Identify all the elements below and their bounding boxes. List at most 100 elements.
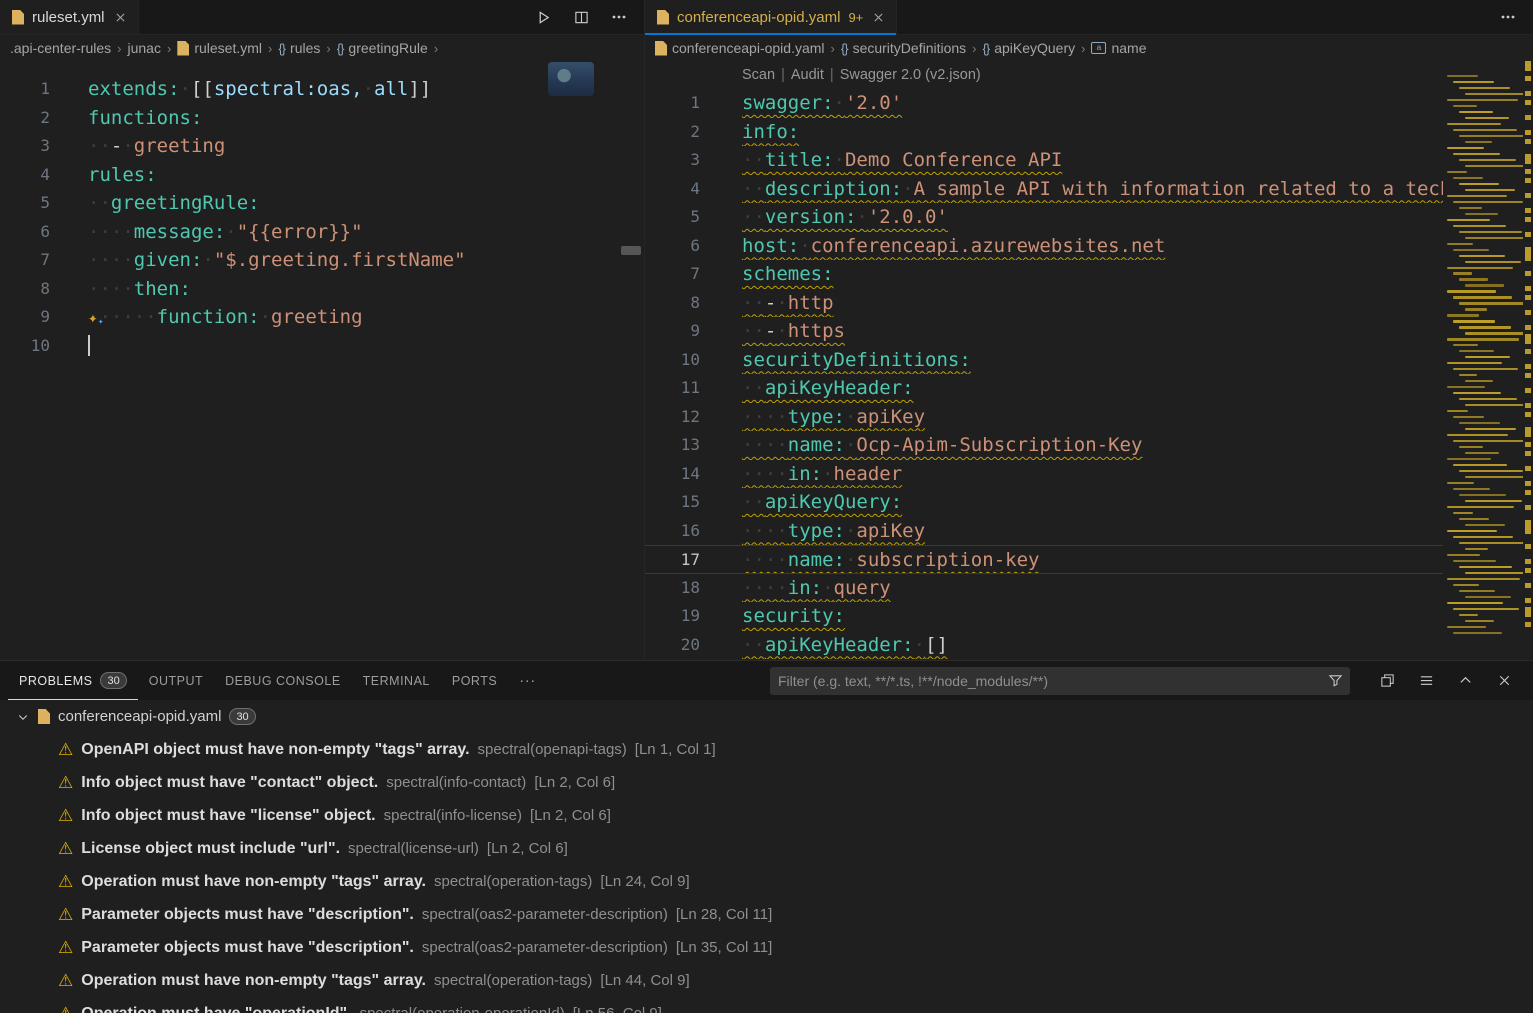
- codelens-separator: |: [781, 67, 785, 83]
- panel-tab-ports[interactable]: PORTS: [441, 661, 508, 700]
- breadcrumb-label: conferenceapi-opid.yaml: [672, 40, 825, 56]
- breadcrumb-label: ruleset.yml: [194, 40, 262, 56]
- code-line-5[interactable]: 5··version:·'2.0.0': [645, 203, 1443, 232]
- breadcrumb-item[interactable]: junac: [128, 40, 161, 56]
- problem-row[interactable]: ⚠Parameter objects must have "descriptio…: [0, 898, 1533, 931]
- problem-row[interactable]: ⚠Info object must have "license" object.…: [0, 799, 1533, 832]
- close-tab-icon[interactable]: [873, 12, 884, 23]
- problems-filter[interactable]: [770, 667, 1350, 695]
- close-panel-icon[interactable]: [1493, 670, 1515, 692]
- problem-message: Operation must have non-empty "tags" arr…: [81, 873, 426, 891]
- code-line-17[interactable]: 17····name:·subscription-key: [645, 545, 1443, 574]
- code-line-8[interactable]: 8····then:: [0, 275, 644, 304]
- code-line-3[interactable]: 3··title:·Demo Conference API: [645, 146, 1443, 175]
- line-number: 9: [0, 303, 50, 332]
- breadcrumb-separator: ›: [326, 41, 330, 56]
- breadcrumb-item[interactable]: .api-center-rules: [10, 40, 111, 56]
- line-number: 12: [645, 403, 700, 432]
- breadcrumb-item[interactable]: {}securityDefinitions: [841, 40, 966, 56]
- code-line-15[interactable]: 15··apiKeyQuery:: [645, 488, 1443, 517]
- code-line-5[interactable]: 5··greetingRule:: [0, 189, 644, 218]
- breadcrumb-item[interactable]: {}greetingRule: [337, 40, 428, 56]
- line-number: 7: [0, 246, 50, 275]
- code-line-20[interactable]: 20··apiKeyHeader:·[]: [645, 631, 1443, 660]
- maximize-panel-icon[interactable]: [1454, 670, 1476, 692]
- breadcrumb-separator: ›: [268, 41, 272, 56]
- yaml-file-icon: [177, 41, 189, 56]
- line-number: 10: [645, 346, 700, 375]
- panel-tab-output[interactable]: OUTPUT: [138, 661, 214, 700]
- problems-file-group[interactable]: conferenceapi-opid.yaml 30: [0, 700, 1533, 733]
- code-line-6[interactable]: 6····message:·"{{error}}": [0, 218, 644, 247]
- bottom-panel: PROBLEMS30OUTPUTDEBUG CONSOLETERMINALPOR…: [0, 660, 1533, 1013]
- codelens-link[interactable]: Swagger 2.0 (v2.json): [840, 67, 981, 83]
- filter-input[interactable]: [778, 673, 1324, 689]
- problem-row[interactable]: ⚠License object must include "url".spect…: [0, 832, 1533, 865]
- more-actions-icon[interactable]: [608, 6, 630, 28]
- code-line-2[interactable]: 2functions:: [0, 104, 644, 133]
- editor-watermark-image: [548, 62, 594, 96]
- open-in-editor-icon[interactable]: [1376, 670, 1398, 692]
- codelens-link[interactable]: Scan: [742, 67, 775, 83]
- problem-message: Parameter objects must have "description…: [81, 906, 414, 924]
- close-tab-icon[interactable]: [115, 12, 126, 23]
- tab-conferenceapi-opid-yaml[interactable]: conferenceapi-opid.yaml 9+: [645, 0, 897, 34]
- breadcrumb-item[interactable]: ruleset.yml: [177, 40, 262, 56]
- warning-icon: ⚠: [58, 774, 73, 791]
- breadcrumb-item[interactable]: {}apiKeyQuery: [983, 40, 1076, 56]
- code-text: ··title:·Demo Conference API: [700, 146, 1443, 175]
- code-line-4[interactable]: 4··description:·A sample API with inform…: [645, 175, 1443, 204]
- code-text: rules:: [50, 161, 644, 190]
- code-line-1[interactable]: 1swagger:·'2.0': [645, 89, 1443, 118]
- code-editor-conferenceapi[interactable]: Scan|Audit|Swagger 2.0 (v2.json) 1swagge…: [645, 61, 1443, 660]
- code-line-9[interactable]: 9······function:·greeting✦✦: [0, 303, 644, 332]
- code-line-16[interactable]: 16····type:·apiKey: [645, 517, 1443, 546]
- split-editor-button[interactable]: [570, 6, 592, 28]
- code-line-3[interactable]: 3··-·greeting: [0, 132, 644, 161]
- scrollbar-thumb[interactable]: [621, 246, 641, 255]
- more-actions-icon[interactable]: [1497, 6, 1519, 28]
- filter-funnel-icon[interactable]: [1324, 670, 1346, 692]
- codelens-link[interactable]: Audit: [791, 67, 824, 83]
- problem-row[interactable]: ⚠Info object must have "contact" object.…: [0, 766, 1533, 799]
- breadcrumb-item[interactable]: conferenceapi-opid.yaml: [655, 40, 825, 56]
- code-line-11[interactable]: 11··apiKeyHeader:: [645, 374, 1443, 403]
- view-as-table-icon[interactable]: [1415, 670, 1437, 692]
- problem-row[interactable]: ⚠Parameter objects must have "descriptio…: [0, 931, 1533, 964]
- breadcrumb-item[interactable]: {}rules: [278, 40, 320, 56]
- breadcrumb-item[interactable]: aname: [1091, 40, 1146, 56]
- tab-ruleset-yml[interactable]: ruleset.yml: [0, 0, 139, 34]
- panel-tab-terminal[interactable]: TERMINAL: [352, 661, 441, 700]
- code-text: swagger:·'2.0': [700, 89, 1443, 118]
- code-editor-ruleset[interactable]: 1extends:·[[spectral:oas,·all]]2function…: [0, 61, 644, 660]
- code-line-8[interactable]: 8··-·http: [645, 289, 1443, 318]
- code-line-18[interactable]: 18····in:·query: [645, 574, 1443, 603]
- code-line-12[interactable]: 12····type:·apiKey: [645, 403, 1443, 432]
- panel-tab-debug-console[interactable]: DEBUG CONSOLE: [214, 661, 352, 700]
- breadcrumb-label: name: [1111, 40, 1146, 56]
- code-line-10[interactable]: 10securityDefinitions:: [645, 346, 1443, 375]
- code-line-7[interactable]: 7····given:·"$.greeting.firstName": [0, 246, 644, 275]
- code-line-14[interactable]: 14····in:·header: [645, 460, 1443, 489]
- code-line-19[interactable]: 19security:: [645, 602, 1443, 631]
- problem-row[interactable]: ⚠Operation must have non-empty "tags" ar…: [0, 865, 1533, 898]
- code-line-10[interactable]: 10: [0, 332, 644, 361]
- code-line-4[interactable]: 4rules:: [0, 161, 644, 190]
- code-line-9[interactable]: 9··-·https: [645, 317, 1443, 346]
- minimap[interactable]: [1443, 61, 1523, 660]
- panel-tab-problems[interactable]: PROBLEMS30: [8, 661, 138, 700]
- problems-file-name: conferenceapi-opid.yaml: [58, 708, 221, 725]
- code-action-sparkle-icon[interactable]: ✦✦: [88, 305, 98, 331]
- problem-row[interactable]: ⚠OpenAPI object must have non-empty "tag…: [0, 733, 1533, 766]
- problem-location: [Ln 28, Col 11]: [676, 906, 772, 923]
- code-line-2[interactable]: 2info:: [645, 118, 1443, 147]
- problem-location: [Ln 35, Col 11]: [676, 939, 772, 956]
- code-line-7[interactable]: 7schemes:: [645, 260, 1443, 289]
- code-line-13[interactable]: 13····name:·Ocp-Apim-Subscription-Key: [645, 431, 1443, 460]
- panel-more-button[interactable]: ···: [508, 661, 547, 700]
- breadcrumb-separator: ›: [972, 41, 976, 56]
- code-line-6[interactable]: 6host:·conferenceapi.azurewebsites.net: [645, 232, 1443, 261]
- run-button[interactable]: [532, 6, 554, 28]
- problem-row[interactable]: ⚠Operation must have non-empty "tags" ar…: [0, 964, 1533, 997]
- problem-row[interactable]: ⚠Operation must have "operationId".spect…: [0, 997, 1533, 1013]
